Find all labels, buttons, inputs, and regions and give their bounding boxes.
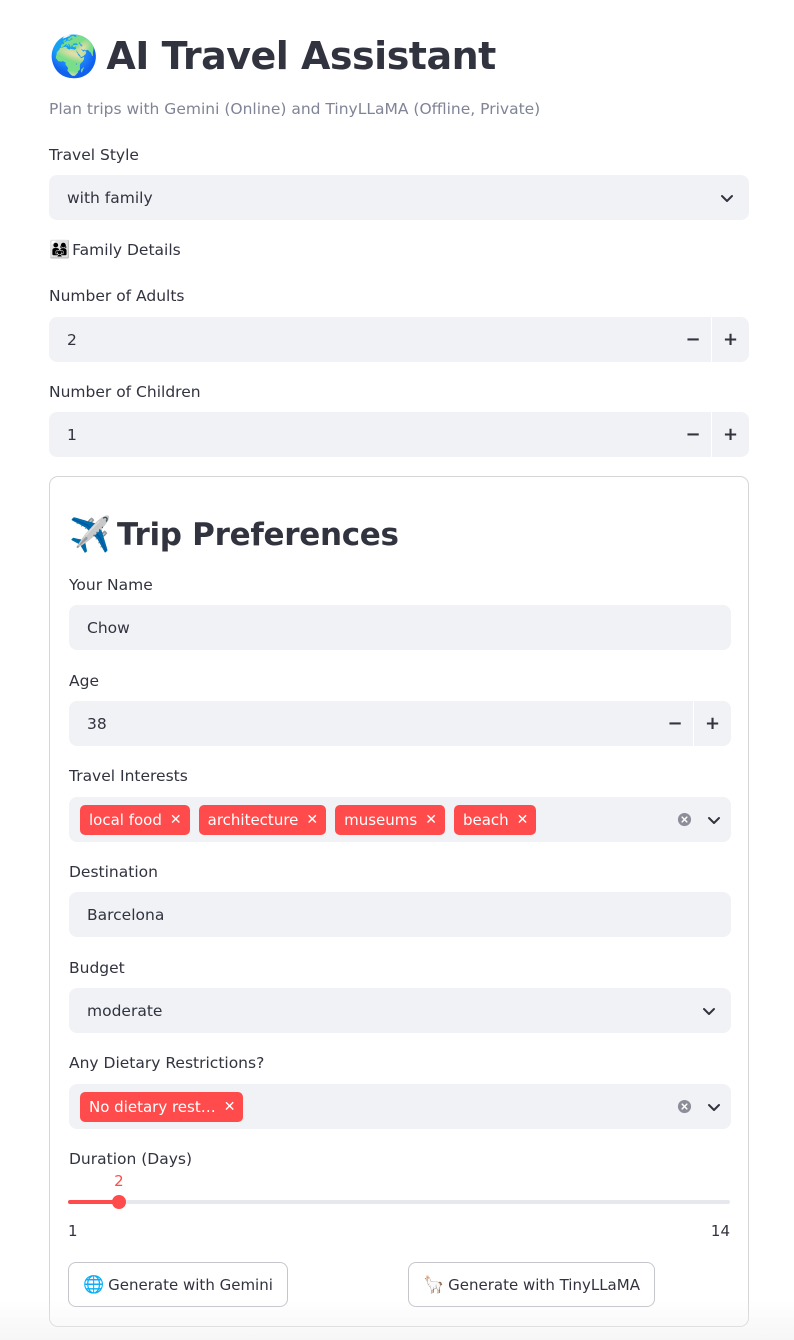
adults-label: Number of Adults bbox=[49, 287, 185, 305]
selected-tag-label: local food bbox=[89, 810, 162, 829]
selected-tag-label: architecture bbox=[207, 810, 299, 829]
clear-icon[interactable] bbox=[676, 1098, 693, 1115]
selected-tag[interactable]: beach bbox=[453, 804, 537, 835]
selected-tag-label: No dietary rest… bbox=[89, 1097, 216, 1116]
selected-tag[interactable]: architecture bbox=[198, 804, 327, 835]
family-icon: 👨‍👩‍👧 bbox=[49, 240, 71, 260]
page-subtitle: Plan trips with Gemini (Online) and Tiny… bbox=[49, 100, 541, 118]
dietary-label: Any Dietary Restrictions? bbox=[69, 1054, 265, 1072]
selected-tag[interactable]: local food bbox=[80, 804, 190, 835]
trip-preferences-title: ✈️ Trip Preferences bbox=[69, 511, 399, 559]
trip-preferences-title-text: Trip Preferences bbox=[117, 517, 399, 553]
clear-icon[interactable] bbox=[676, 811, 693, 828]
budget-value: moderate bbox=[87, 1001, 163, 1020]
travel-style-value: with family bbox=[67, 188, 153, 207]
selected-tag[interactable]: No dietary rest… bbox=[80, 1091, 244, 1122]
destination-label: Destination bbox=[69, 863, 158, 881]
page-title-text: AI Travel Assistant bbox=[106, 34, 496, 78]
dietary-tag-list: No dietary rest… bbox=[80, 1091, 676, 1122]
airplane-icon: ✈️ bbox=[69, 515, 112, 555]
budget-label: Budget bbox=[69, 959, 125, 977]
generate-gemini-label: Generate with Gemini bbox=[108, 1275, 273, 1294]
interests-multiselect[interactable]: local food architecture museums beach bbox=[69, 797, 731, 842]
duration-min-label: 1 bbox=[68, 1222, 78, 1240]
interests-tag-list: local food architecture museums beach bbox=[80, 804, 676, 835]
generate-gemini-button[interactable]: 🌐 Generate with Gemini bbox=[68, 1262, 288, 1307]
duration-slider[interactable]: 2 1 14 bbox=[68, 1170, 730, 1240]
globe-icon: 🌍 bbox=[49, 33, 99, 80]
chevron-down-icon[interactable] bbox=[705, 175, 749, 220]
age-label: Age bbox=[69, 672, 99, 690]
duration-max-label: 14 bbox=[710, 1222, 730, 1240]
name-input[interactable]: Chow bbox=[69, 605, 731, 650]
age-increment-button[interactable]: + bbox=[694, 701, 731, 746]
destination-input[interactable]: Barcelona bbox=[69, 892, 731, 937]
children-value[interactable]: 1 bbox=[67, 426, 675, 444]
selected-tag-label: museums bbox=[344, 810, 418, 829]
generate-tinyllama-label: Generate with TinyLLaMA bbox=[448, 1275, 640, 1294]
children-increment-button[interactable]: + bbox=[712, 412, 749, 457]
travel-style-label: Travel Style bbox=[49, 146, 139, 164]
dietary-multiselect[interactable]: No dietary rest… bbox=[69, 1084, 731, 1129]
page-title: 🌍 AI Travel Assistant bbox=[49, 28, 496, 84]
duration-slider-track[interactable] bbox=[68, 1200, 730, 1204]
duration-slider-value: 2 bbox=[114, 1172, 124, 1190]
globe-icon: 🌐 bbox=[83, 1274, 105, 1295]
chevron-down-icon[interactable] bbox=[697, 1084, 731, 1129]
chevron-down-icon[interactable] bbox=[697, 797, 731, 842]
family-details-header: 👨‍👩‍👧 Family Details bbox=[49, 240, 181, 260]
age-decrement-button[interactable]: − bbox=[657, 701, 694, 746]
interests-label: Travel Interests bbox=[69, 767, 188, 785]
duration-label: Duration (Days) bbox=[69, 1150, 193, 1168]
destination-value: Barcelona bbox=[87, 905, 165, 924]
duration-slider-thumb[interactable] bbox=[111, 1195, 126, 1209]
children-decrement-button[interactable]: − bbox=[675, 412, 712, 457]
adults-value[interactable]: 2 bbox=[67, 331, 675, 349]
remove-tag-icon[interactable] bbox=[224, 1099, 236, 1115]
adults-decrement-button[interactable]: − bbox=[675, 317, 712, 362]
remove-tag-icon[interactable] bbox=[306, 812, 318, 828]
selected-tag[interactable]: museums bbox=[335, 804, 445, 835]
adults-increment-button[interactable]: + bbox=[712, 317, 749, 362]
chevron-down-icon[interactable] bbox=[687, 988, 731, 1033]
age-value[interactable]: 38 bbox=[87, 715, 657, 733]
remove-tag-icon[interactable] bbox=[425, 812, 437, 828]
remove-tag-icon[interactable] bbox=[517, 812, 529, 828]
remove-tag-icon[interactable] bbox=[170, 812, 182, 828]
family-details-text: Family Details bbox=[72, 241, 181, 259]
age-number-input[interactable]: 38 − + bbox=[69, 701, 731, 746]
children-label: Number of Children bbox=[49, 383, 201, 401]
travel-style-select[interactable]: with family bbox=[49, 175, 749, 220]
name-value: Chow bbox=[87, 618, 130, 637]
name-label: Your Name bbox=[69, 576, 153, 594]
children-number-input[interactable]: 1 − + bbox=[49, 412, 749, 457]
llama-icon: 🦙 bbox=[423, 1274, 445, 1295]
adults-number-input[interactable]: 2 − + bbox=[49, 317, 749, 362]
selected-tag-label: beach bbox=[462, 810, 509, 829]
budget-select[interactable]: moderate bbox=[69, 988, 731, 1033]
generate-tinyllama-button[interactable]: 🦙 Generate with TinyLLaMA bbox=[408, 1262, 655, 1307]
